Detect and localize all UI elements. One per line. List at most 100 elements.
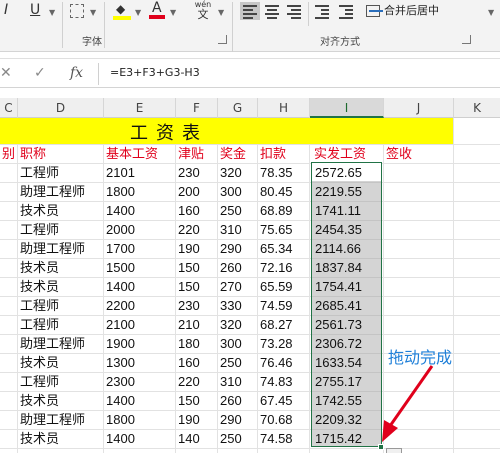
alignment-dialog-launcher-icon[interactable] xyxy=(462,35,471,44)
table-cell[interactable]: 2000 xyxy=(104,220,175,239)
table-cell[interactable]: 70.68 xyxy=(258,410,309,429)
table-cell[interactable]: 工程师 xyxy=(18,220,103,239)
table-cell[interactable]: 80.45 xyxy=(258,182,309,201)
table-cell[interactable]: 技术员 xyxy=(18,277,103,296)
table-cell[interactable]: 250 xyxy=(218,201,257,220)
table-cell[interactable]: 330 xyxy=(218,296,257,315)
cancel-icon[interactable]: ✕ xyxy=(0,65,12,81)
font-color-button[interactable]: A xyxy=(148,0,166,20)
table-cell[interactable]: 300 xyxy=(218,334,257,353)
net-pay-cell[interactable]: 2572.65 xyxy=(313,163,381,182)
table-cell[interactable]: 2101 xyxy=(104,163,175,182)
border-button[interactable] xyxy=(70,4,84,18)
table-cell[interactable]: 150 xyxy=(176,258,217,277)
header-cell-net-pay[interactable]: 实发工资 xyxy=(312,144,383,163)
header-cell-bonus[interactable]: 奖金 xyxy=(218,144,257,163)
table-cell[interactable]: 73.28 xyxy=(258,334,309,353)
align-left-button[interactable] xyxy=(240,2,260,20)
formula-input[interactable]: =E3+F3+G3-H3 xyxy=(110,66,200,79)
table-cell[interactable]: 67.45 xyxy=(258,391,309,410)
font-dialog-launcher-icon[interactable] xyxy=(218,35,227,44)
table-cell[interactable]: 1800 xyxy=(104,410,175,429)
table-cell[interactable]: 工程师 xyxy=(18,315,103,334)
table-cell[interactable]: 190 xyxy=(176,239,217,258)
header-cell-base-salary[interactable]: 基本工资 xyxy=(104,144,175,163)
italic-button[interactable]: I xyxy=(4,2,8,18)
table-cell[interactable]: 150 xyxy=(176,391,217,410)
table-cell[interactable]: 68.89 xyxy=(258,201,309,220)
fill-color-button[interactable]: ◆ xyxy=(113,2,131,20)
table-cell[interactable]: 260 xyxy=(218,391,257,410)
net-pay-cell[interactable]: 1754.41 xyxy=(313,277,381,296)
table-cell[interactable]: 210 xyxy=(176,315,217,334)
table-cell[interactable]: 1900 xyxy=(104,334,175,353)
net-pay-cell[interactable]: 1715.42 xyxy=(313,429,381,448)
net-pay-cell[interactable]: 1742.55 xyxy=(313,391,381,410)
table-cell[interactable]: 技术员 xyxy=(18,201,103,220)
table-cell[interactable]: 1400 xyxy=(104,391,175,410)
table-cell[interactable]: 78.35 xyxy=(258,163,309,182)
table-cell[interactable]: 270 xyxy=(218,277,257,296)
header-cell-deduction[interactable]: 扣款 xyxy=(258,144,309,163)
net-pay-cell[interactable]: 2755.17 xyxy=(313,372,381,391)
table-cell[interactable]: 220 xyxy=(176,220,217,239)
confirm-icon[interactable]: ✓ xyxy=(34,65,46,81)
table-cell[interactable]: 250 xyxy=(218,429,257,448)
fill-color-dropdown-icon[interactable]: ▼ xyxy=(135,8,141,17)
table-cell[interactable]: 助理工程师 xyxy=(18,239,103,258)
increase-indent-button[interactable] xyxy=(336,2,356,20)
table-cell[interactable]: 1500 xyxy=(104,258,175,277)
column-header-k[interactable]: K xyxy=(454,98,500,118)
border-dropdown-icon[interactable]: ▼ xyxy=(90,8,96,17)
table-cell[interactable]: 65.34 xyxy=(258,239,309,258)
table-cell[interactable]: 300 xyxy=(218,182,257,201)
net-pay-cell[interactable]: 2454.35 xyxy=(313,220,381,239)
column-header-f[interactable]: F xyxy=(176,98,218,118)
table-cell[interactable]: 230 xyxy=(176,296,217,315)
table-cell[interactable]: 320 xyxy=(218,163,257,182)
insert-function-icon[interactable]: fx xyxy=(70,65,83,81)
table-cell[interactable]: 320 xyxy=(218,315,257,334)
table-cell[interactable]: 65.59 xyxy=(258,277,309,296)
column-header-g[interactable]: G xyxy=(218,98,258,118)
table-cell[interactable]: 74.59 xyxy=(258,296,309,315)
table-cell[interactable]: 230 xyxy=(176,163,217,182)
table-cell[interactable]: 工程师 xyxy=(18,372,103,391)
header-cell-allowance[interactable]: 津贴 xyxy=(176,144,217,163)
header-cell-c[interactable]: 别 xyxy=(0,144,17,163)
net-pay-cell[interactable]: 1741.11 xyxy=(313,201,381,220)
table-cell[interactable]: 140 xyxy=(176,429,217,448)
column-header-e[interactable]: E xyxy=(104,98,176,118)
table-cell[interactable]: 220 xyxy=(176,372,217,391)
header-cell-signature[interactable]: 签收 xyxy=(384,144,453,163)
table-cell[interactable]: 72.16 xyxy=(258,258,309,277)
table-cell[interactable]: 68.27 xyxy=(258,315,309,334)
table-cell[interactable]: 1700 xyxy=(104,239,175,258)
column-header-d[interactable]: D xyxy=(18,98,104,118)
table-cell[interactable]: 技术员 xyxy=(18,353,103,372)
table-cell[interactable]: 250 xyxy=(218,353,257,372)
net-pay-cell[interactable]: 2685.41 xyxy=(313,296,381,315)
net-pay-cell[interactable]: 2219.55 xyxy=(313,182,381,201)
underline-dropdown-icon[interactable]: ▼ xyxy=(49,8,55,17)
table-cell[interactable]: 1400 xyxy=(104,201,175,220)
net-pay-cell[interactable]: 2209.32 xyxy=(313,410,381,429)
table-cell[interactable]: 工程师 xyxy=(18,163,103,182)
table-cell[interactable]: 75.65 xyxy=(258,220,309,239)
merge-dropdown-icon[interactable]: ▼ xyxy=(488,8,494,17)
autofill-options-icon[interactable] xyxy=(386,448,402,453)
table-cell[interactable]: 160 xyxy=(176,201,217,220)
table-cell[interactable]: 1300 xyxy=(104,353,175,372)
underline-button[interactable]: U xyxy=(30,2,40,18)
header-cell-title[interactable]: 职称 xyxy=(18,144,103,163)
column-header-h[interactable]: H xyxy=(258,98,310,118)
font-color-dropdown-icon[interactable]: ▼ xyxy=(170,8,176,17)
table-cell[interactable]: 工程师 xyxy=(18,296,103,315)
align-center-button[interactable] xyxy=(262,2,282,20)
table-cell[interactable]: 1800 xyxy=(104,182,175,201)
table-cell[interactable]: 2200 xyxy=(104,296,175,315)
table-cell[interactable]: 技术员 xyxy=(18,258,103,277)
table-cell[interactable]: 74.83 xyxy=(258,372,309,391)
column-header-j[interactable]: J xyxy=(384,98,454,118)
column-header-c[interactable]: C xyxy=(0,98,18,118)
